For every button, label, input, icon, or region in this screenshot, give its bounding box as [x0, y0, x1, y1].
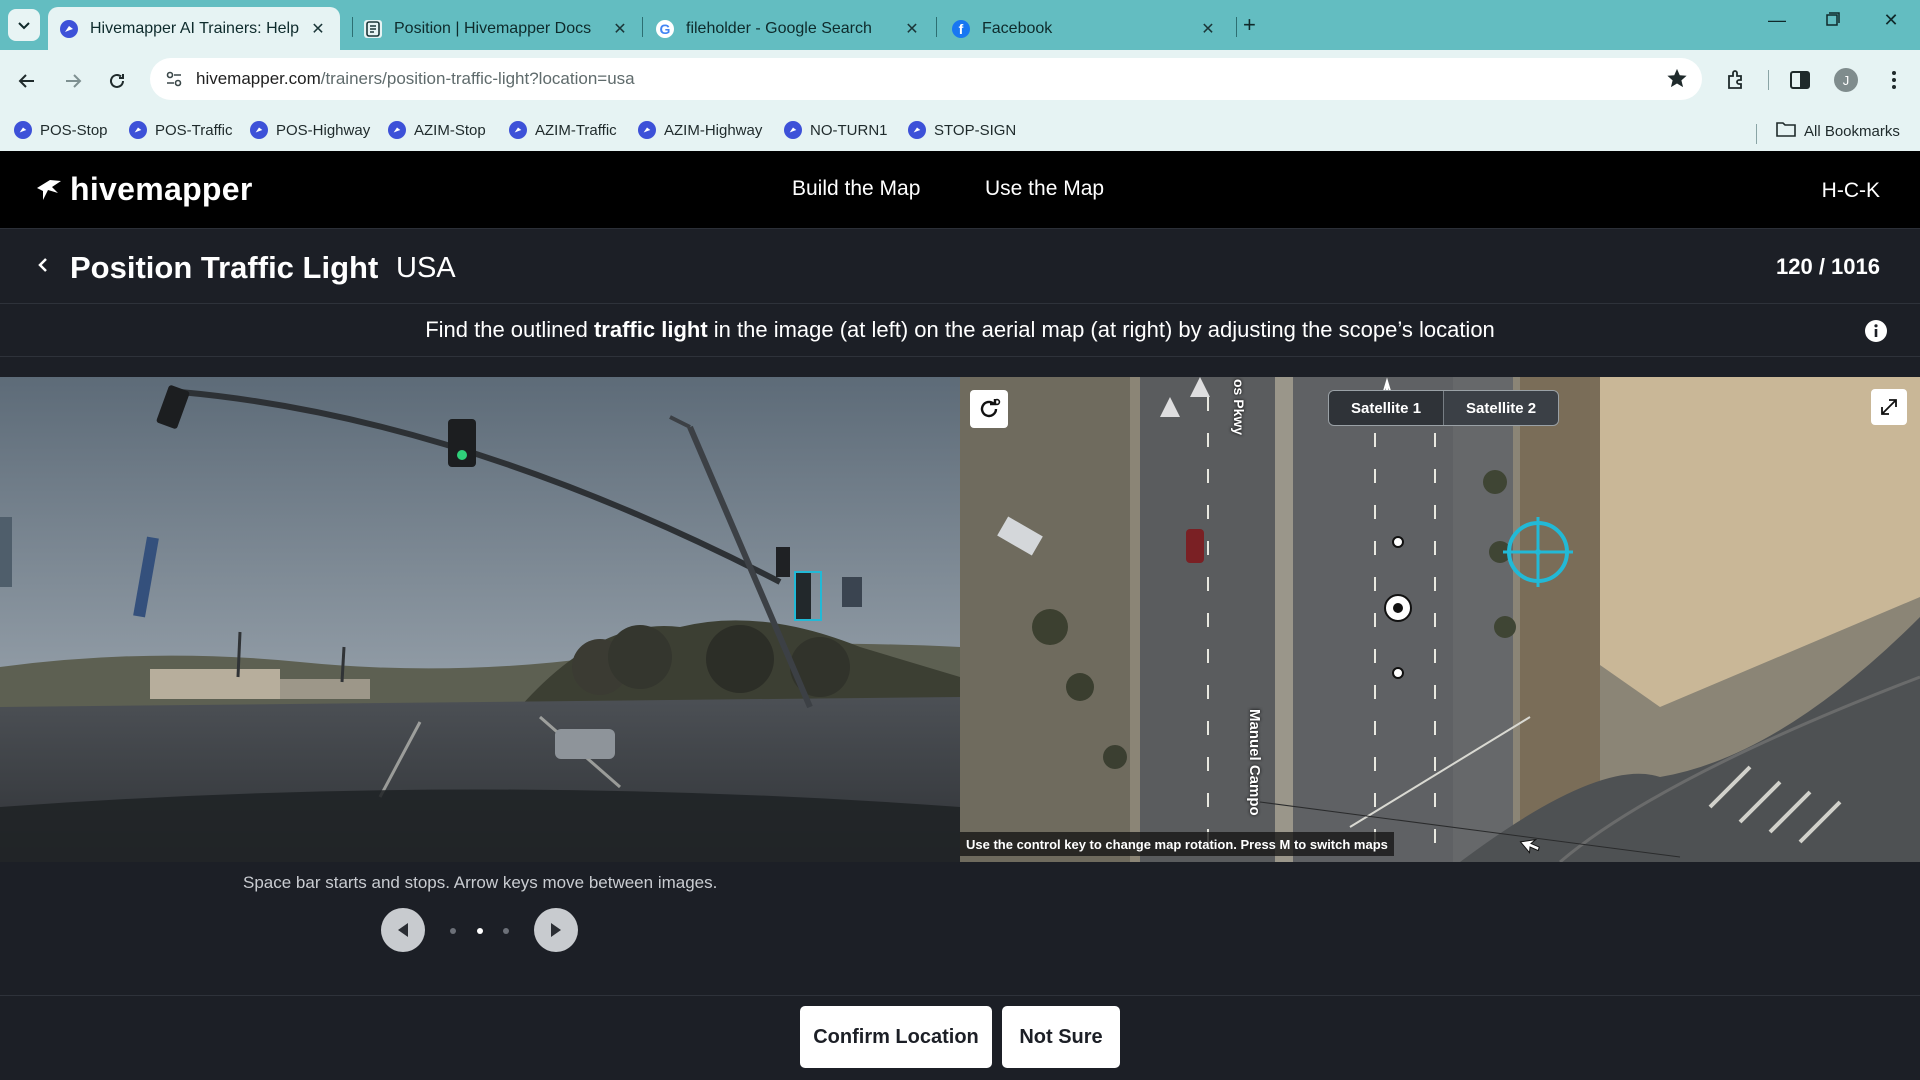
not-sure-button[interactable]: Not Sure: [1002, 1006, 1120, 1068]
dashcam-image: [0, 377, 960, 862]
bookmark-pos-stop[interactable]: POS-Stop: [14, 121, 108, 139]
kebab-menu-icon[interactable]: [1880, 66, 1908, 94]
hivemapper-icon: [908, 121, 926, 139]
tab-hivemapper-docs[interactable]: Position | Hivemapper Docs ✕: [352, 7, 642, 50]
back-chevron-icon[interactable]: [36, 254, 50, 281]
dashcam-scene: [0, 377, 960, 862]
facebook-icon: f: [952, 19, 970, 38]
hivemapper-icon: [60, 19, 78, 38]
restore-icon[interactable]: [1818, 10, 1848, 31]
image-dot[interactable]: [450, 928, 456, 934]
side-panel-icon[interactable]: [1786, 66, 1814, 94]
forward-arrow-icon[interactable]: [58, 66, 88, 96]
tab-title: Hivemapper AI Trainers: Help Va: [90, 19, 300, 37]
bookmarks-divider: [1756, 124, 1757, 144]
instruction-bar: Find the outlined traffic light in the i…: [0, 305, 1920, 357]
expand-map-button[interactable]: [1871, 389, 1907, 425]
tab-search-button[interactable]: [8, 9, 40, 41]
map-layer-toggle: Satellite 1 Satellite 2: [1328, 390, 1560, 426]
tab-title: Facebook: [982, 19, 1053, 37]
chevron-down-icon: [18, 22, 30, 30]
url-text: hivemapper.com/trainers/position-traffic…: [196, 69, 635, 88]
previous-image-button[interactable]: [381, 908, 425, 952]
bookmarks-bar: POS-Stop POS-Traffic POS-Highway AZIM-St…: [0, 110, 1920, 154]
reload-icon[interactable]: [102, 66, 132, 96]
user-menu[interactable]: H-C-K: [1822, 179, 1880, 203]
nav-build-the-map[interactable]: Build the Map: [792, 177, 920, 201]
instruction-text: Find the outlined traffic light in the i…: [425, 317, 1495, 342]
keyboard-help-text: Space bar starts and stops. Arrow keys m…: [243, 873, 718, 892]
tab-divider: [936, 17, 937, 37]
back-arrow-icon[interactable]: [12, 66, 42, 96]
image-dot[interactable]: [503, 928, 509, 934]
bookmark-azim-traffic[interactable]: AZIM-Traffic: [509, 121, 617, 139]
bookmark-azim-highway[interactable]: AZIM-Highway: [638, 121, 762, 139]
tab-divider: [642, 17, 643, 37]
hivemapper-icon: [784, 121, 802, 139]
map-hint-text: Use the control key to change map rotati…: [960, 832, 1394, 856]
close-icon[interactable]: ✕: [308, 19, 328, 39]
page-title: Position Traffic Light: [70, 250, 379, 285]
tab-google-search[interactable]: G fileholder - Google Search ✕: [644, 7, 934, 50]
hivemapper-logo-icon: [37, 179, 61, 200]
tab-divider: [1236, 17, 1237, 37]
google-icon: G: [656, 19, 674, 38]
tab-title: Position | Hivemapper Docs: [394, 19, 592, 37]
close-icon[interactable]: ✕: [902, 19, 922, 39]
aerial-map[interactable]: os Pkwy Manuel Campo: [960, 377, 1920, 862]
bookmark-pos-traffic[interactable]: POS-Traffic: [129, 121, 233, 139]
toolbar-divider: [1768, 70, 1769, 90]
address-bar[interactable]: hivemapper.com/trainers/position-traffic…: [150, 58, 1702, 100]
bookmark-no-turn1[interactable]: NO-TURN1: [784, 121, 888, 139]
rotate-map-button[interactable]: [970, 390, 1008, 428]
triangle-right-icon: [551, 923, 561, 937]
satellite-map-canvas: [960, 377, 1920, 862]
hivemapper-icon: [129, 121, 147, 139]
street-label-pkwy: os Pkwy: [1231, 379, 1247, 436]
satellite-2-button[interactable]: Satellite 2: [1443, 391, 1559, 425]
hivemapper-icon: [250, 121, 268, 139]
app-header: hivemapper Build the Map Use the Map H-C…: [0, 151, 1920, 229]
all-bookmarks-button[interactable]: All Bookmarks: [1776, 121, 1900, 141]
satellite-1-button[interactable]: Satellite 1: [1329, 391, 1444, 425]
progress-counter: 120 / 1016: [1776, 254, 1880, 279]
hivemapper-logo[interactable]: hivemapper: [34, 171, 253, 208]
hivemapper-icon: [509, 121, 527, 139]
confirm-location-button[interactable]: Confirm Location: [800, 1006, 992, 1068]
extensions-icon[interactable]: [1722, 66, 1750, 94]
docs-icon: [364, 19, 382, 38]
footer-divider: [0, 995, 1920, 996]
bookmark-azim-stop[interactable]: AZIM-Stop: [388, 121, 486, 139]
page-region: USA: [396, 252, 456, 284]
hivemapper-icon: [388, 121, 406, 139]
new-tab-button[interactable]: +: [1243, 12, 1256, 38]
browser-toolbar: hivemapper.com/trainers/position-traffic…: [0, 50, 1920, 158]
folder-icon: [1776, 121, 1796, 141]
bookmark-stop-sign[interactable]: STOP-SIGN: [908, 121, 1016, 139]
triangle-left-icon: [398, 923, 408, 937]
close-window-icon[interactable]: ✕: [1876, 10, 1906, 31]
bookmark-pos-highway[interactable]: POS-Highway: [250, 121, 370, 139]
rotate-icon: [980, 398, 1001, 418]
image-dot-active[interactable]: [477, 928, 483, 934]
browser-tab-strip: Hivemapper AI Trainers: Help Va ✕ Positi…: [0, 0, 1920, 50]
site-settings-icon[interactable]: [164, 69, 184, 89]
hivemapper-icon: [14, 121, 32, 139]
close-icon[interactable]: ✕: [610, 19, 630, 39]
tab-title: fileholder - Google Search: [686, 19, 872, 37]
next-image-button[interactable]: [534, 908, 578, 952]
task-title-bar: Position Traffic Light USA 120 / 1016: [0, 230, 1920, 304]
tab-facebook[interactable]: f Facebook ✕: [940, 7, 1230, 50]
bookmark-star-icon[interactable]: [1666, 67, 1688, 94]
minimize-icon[interactable]: —: [1762, 10, 1792, 31]
profile-avatar[interactable]: J: [1832, 66, 1860, 94]
street-label-manuel-campo: Manuel Campo: [1246, 709, 1263, 816]
expand-icon: [1881, 399, 1897, 415]
info-icon[interactable]: [1864, 319, 1888, 348]
hivemapper-icon: [638, 121, 656, 139]
close-icon[interactable]: ✕: [1198, 19, 1218, 39]
tab-hivemapper-trainers[interactable]: Hivemapper AI Trainers: Help Va ✕: [48, 7, 340, 50]
nav-use-the-map[interactable]: Use the Map: [985, 177, 1104, 201]
